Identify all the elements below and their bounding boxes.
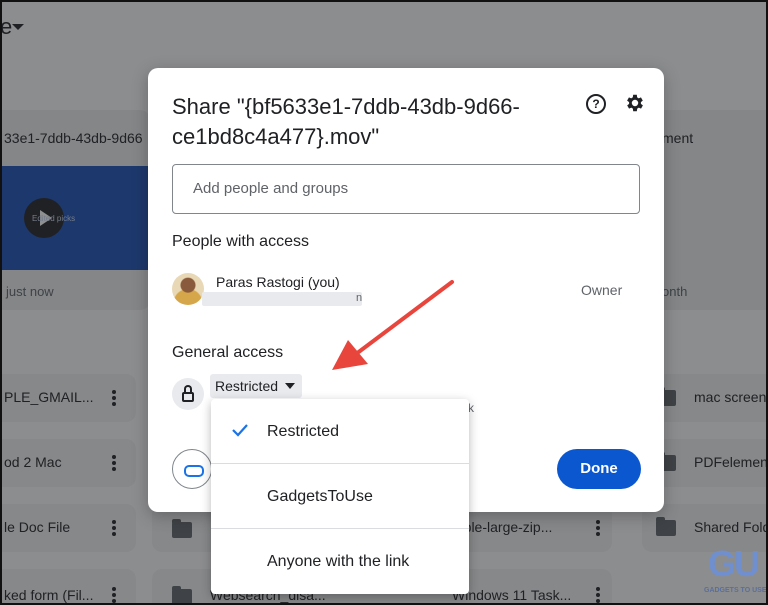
watermark-logo: GU — [708, 543, 760, 584]
add-people-input[interactable]: Add people and groups — [172, 164, 640, 214]
menu-item-gadgetstouse[interactable]: GadgetsToUse — [211, 464, 469, 528]
general-access-heading: General access — [172, 344, 284, 361]
screenshot-frame: e 33e1-7ddb-43db-9d66 Edited picks just … — [0, 0, 768, 605]
general-access-dropdown[interactable]: Restricted — [210, 374, 303, 398]
gadgets-to-use-watermark: GU GADGETS TO USE — [702, 543, 767, 603]
help-icon[interactable]: ? — [586, 94, 606, 114]
gear-icon[interactable] — [624, 92, 646, 114]
menu-item-label: Anyone with the link — [267, 553, 410, 570]
copy-link-button[interactable] — [172, 449, 212, 489]
annotation-arrow-icon — [332, 280, 454, 370]
watermark-text: GADGETS TO USE — [704, 587, 767, 594]
menu-item-label: GadgetsToUse — [267, 488, 373, 505]
avatar — [172, 273, 204, 305]
menu-item-anyone-with-link[interactable]: Anyone with the link — [211, 529, 469, 593]
done-button[interactable]: Done — [557, 449, 641, 489]
menu-item-restricted[interactable]: Restricted — [211, 399, 469, 463]
person-role: Owner — [581, 282, 623, 298]
person-name: Paras Rastogi (you) — [216, 274, 340, 290]
people-with-access-heading: People with access — [172, 233, 309, 250]
access-dropdown-menu: Restricted GadgetsToUse Anyone with the … — [211, 399, 469, 594]
caret-down-icon — [285, 383, 296, 389]
lock-icon — [172, 378, 204, 410]
dialog-title: Share "{bf5633e1-7ddb-43db-9d66-ce1bd8c4… — [172, 94, 520, 149]
menu-item-label: Restricted — [267, 423, 340, 440]
checkmark-icon — [232, 424, 248, 437]
general-access-value: Restricted — [215, 378, 279, 394]
